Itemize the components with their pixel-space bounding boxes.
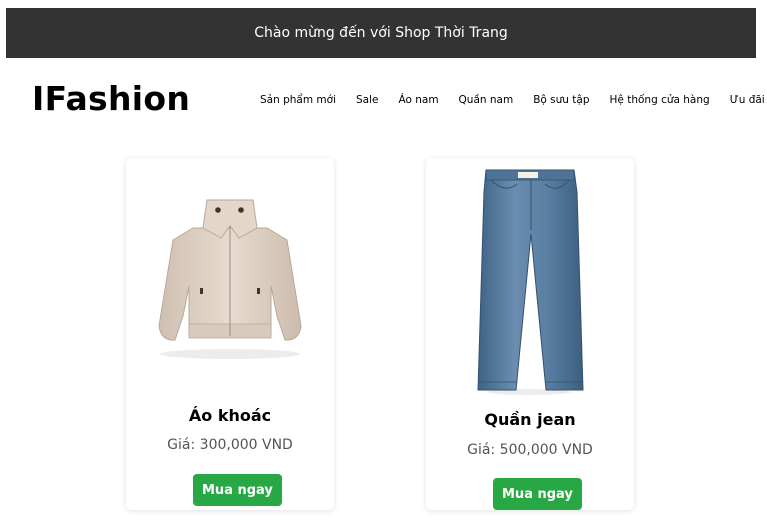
price-label: Giá: [167, 437, 196, 453]
nav-item-sale[interactable]: Sale [356, 94, 378, 106]
price-label: Giá: [467, 442, 496, 458]
welcome-text: Chào mừng đến với Shop Thời Trang [254, 25, 508, 41]
product-image-jeans[interactable] [426, 164, 634, 396]
nav-item-store-system[interactable]: Hệ thống cửa hàng [610, 94, 710, 106]
product-image-jacket[interactable] [126, 176, 334, 366]
product-name[interactable]: Áo khoác [126, 406, 334, 425]
product-price: Giá: 300,000 VND [126, 437, 334, 453]
price-value: 500,000 VND [499, 442, 593, 458]
product-card: Quần jean Giá: 500,000 VND Mua ngay [426, 158, 634, 510]
site-logo[interactable]: IFashion [32, 79, 190, 118]
nav-item-men-pants[interactable]: Quần nam [459, 94, 514, 106]
product-price: Giá: 500,000 VND [426, 442, 634, 458]
nav-item-collections[interactable]: Bộ sưu tập [533, 94, 589, 106]
buy-now-button[interactable]: Mua ngay [493, 478, 582, 510]
product-card: Áo khoác Giá: 300,000 VND Mua ngay [126, 158, 334, 510]
jeans-image [477, 169, 584, 395]
nav-item-men-shirts[interactable]: Áo nam [398, 94, 438, 106]
nav-item-offers[interactable]: Ưu đãi [730, 94, 765, 106]
product-name[interactable]: Quần jean [426, 410, 634, 429]
main-nav: Sản phẩm mới Sale Áo nam Quần nam Bộ sưu… [260, 94, 765, 106]
welcome-banner: Chào mừng đến với Shop Thời Trang [6, 8, 756, 58]
nav-item-new-products[interactable]: Sản phẩm mới [260, 94, 336, 106]
jacket-image [158, 199, 302, 359]
buy-now-button[interactable]: Mua ngay [193, 474, 282, 506]
price-value: 300,000 VND [199, 437, 293, 453]
